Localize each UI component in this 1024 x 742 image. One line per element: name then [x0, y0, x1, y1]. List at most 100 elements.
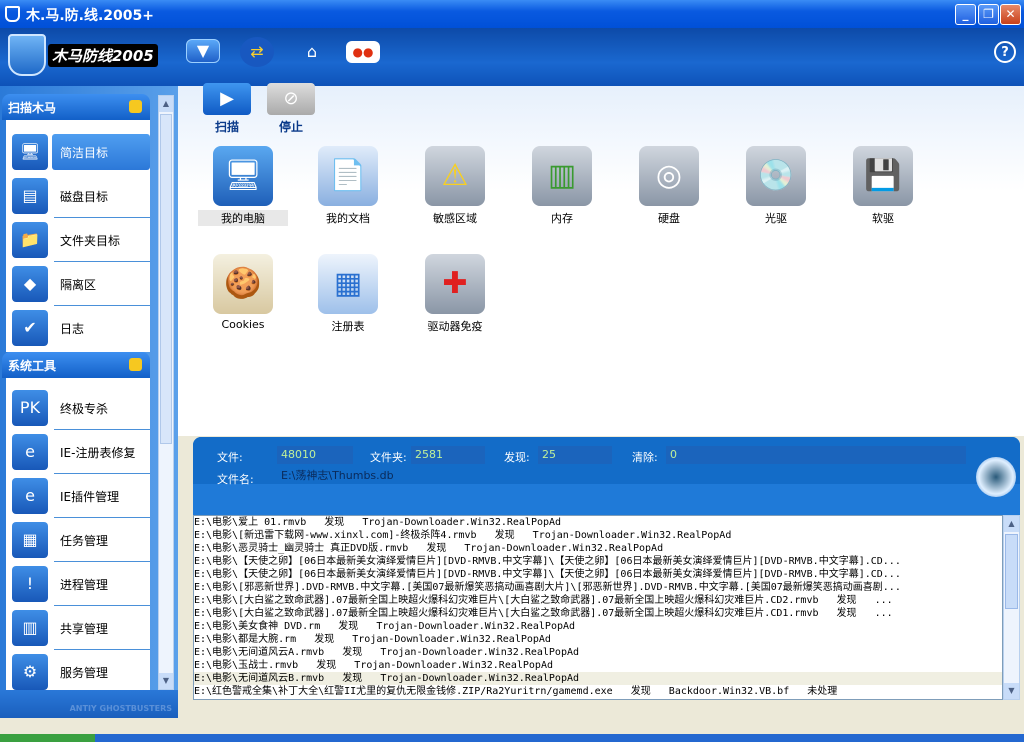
play-icon: ▶ — [220, 88, 234, 109]
collapse-icon[interactable] — [129, 100, 142, 113]
task-icon: ▦ — [12, 522, 48, 558]
my-documents-icon: 📄 — [318, 146, 378, 206]
log-icon: ✔ — [12, 310, 48, 346]
log-row-selected[interactable]: E:\电影\无间道风云B.rmvb 发现 Trojan-Downloader.W… — [194, 672, 1002, 685]
window-title: 木.马.防.线.2005+ — [26, 8, 154, 24]
sidebar-item-disk-target[interactable]: ▤ 磁盘目标 — [6, 174, 150, 218]
home-icon[interactable]: ⌂ — [295, 37, 329, 67]
scrollbar-thumb[interactable] — [1005, 534, 1018, 609]
collapse-icon[interactable] — [129, 358, 142, 371]
log-row[interactable]: E:\电影\[大白鲨之致命武器].07最新全国上映超火爆科幻灾难巨片\[大白鲨之… — [194, 594, 1002, 607]
sidebar-scrollbar[interactable]: ▲ ▼ — [158, 95, 174, 690]
dropdown-icon[interactable]: ▼ — [186, 39, 220, 63]
target-hard-disk[interactable]: ◎ 硬盘 — [624, 146, 714, 226]
app-icon — [5, 6, 20, 22]
log-scrollbar[interactable]: ▲ ▼ — [1003, 515, 1020, 700]
scan-button[interactable]: ▶ — [203, 83, 251, 115]
title-bar: 木.马.防.线.2005+ _ ❐ ✕ — [0, 0, 1024, 28]
scan-section-header[interactable]: 扫描木马 — [2, 94, 150, 120]
registry-icon: ▦ — [318, 254, 378, 314]
dvd-icon: 💿 — [746, 146, 806, 206]
target-registry[interactable]: ▦ 注册表 — [303, 254, 393, 334]
log-row[interactable]: E:\电影\[大白鲨之致命武器].07最新全国上映超火爆科幻灾难巨片\[大白鲨之… — [194, 607, 1002, 620]
stop-button[interactable]: ⊘ — [267, 83, 315, 115]
tools-section-header[interactable]: 系统工具 — [2, 352, 150, 378]
current-filename: E:\荡神志\Thumbs.db — [281, 469, 394, 482]
log-row[interactable]: E:\红色警戒全集\补丁大全\红警II尤里的复仇无限金钱修.ZIP/Ra2Yur… — [194, 685, 1002, 698]
sidebar-item-ie-registry-repair[interactable]: e IE-注册表修复 — [6, 430, 150, 474]
sidebar-item-log[interactable]: ✔ 日志 — [6, 306, 150, 350]
target-cookies[interactable]: 🍪 Cookies — [198, 254, 288, 331]
help-icon[interactable]: ? — [994, 41, 1016, 63]
target-sensitive-area[interactable]: ⚠ 敏感区域 — [410, 146, 500, 226]
scroll-up-button[interactable]: ▲ — [159, 96, 173, 112]
log-row[interactable]: E:\电影\【天使之卵】[06日本最新美女演绎爱情巨片][DVD-RMVB.中文… — [194, 568, 1002, 581]
folders-count: 2581 — [411, 446, 485, 464]
minimize-button[interactable]: _ — [955, 4, 976, 25]
target-my-documents[interactable]: 📄 我的文档 — [303, 146, 393, 226]
filename-label: 文件名: — [217, 473, 254, 486]
files-count: 48010 — [277, 446, 353, 464]
pk-icon: PK — [12, 390, 48, 426]
cleared-count: 0 — [666, 446, 966, 464]
restore-button[interactable]: ❐ — [978, 4, 999, 25]
target-drive-immune[interactable]: ✚ 驱动器免疫 — [410, 254, 500, 334]
close-button[interactable]: ✕ — [1000, 4, 1021, 25]
scrollbar-thumb[interactable] — [160, 114, 172, 444]
service-icon: ⚙ — [12, 654, 48, 690]
sidebar-item-ie-plugin[interactable]: e IE插件管理 — [6, 474, 150, 518]
tools-section: PK 终极专杀 e IE-注册表修复 e IE插件管理 ▦ 任务管理 ! 进程管理 ▥ 共享… — [6, 378, 150, 690]
header-band: 木马防线2005 ▼ ⇄ ⌂ ●● ? — [0, 28, 1024, 86]
scroll-down-button[interactable]: ▼ — [159, 673, 173, 689]
log-row[interactable]: E:\电影\美女食神 DVD.rm 发现 Trojan-Downloader.W… — [194, 620, 1002, 633]
found-count: 25 — [538, 446, 612, 464]
sidebar-item-task-manager[interactable]: ▦ 任务管理 — [6, 518, 150, 562]
folder-search-icon: 📁 — [12, 222, 48, 258]
sidebar-item-process-manager[interactable]: ! 进程管理 — [6, 562, 150, 606]
folders-label: 文件夹: — [370, 451, 407, 464]
process-icon: ! — [12, 566, 48, 602]
my-computer-icon: 🖥 — [213, 146, 273, 206]
log-row[interactable]: E:\电影\恶灵骑士_幽灵骑士 真正DVD版.rmvb 发现 Trojan-Do… — [194, 542, 1002, 555]
computer-icon: 🖥 — [12, 134, 48, 170]
scan-results-log[interactable]: E:\电影\爱上 01.rmvb 发现 Trojan-Downloader.Wi… — [193, 515, 1003, 700]
update-icon[interactable]: ⇄ — [240, 37, 274, 67]
ie-repair-icon: e — [12, 434, 48, 470]
log-row[interactable]: E:\电影\[新迅雷下载网-www.xinxl.com]-终极杀阵4.rmvb … — [194, 529, 1002, 542]
scan-label[interactable]: 扫描 — [203, 118, 251, 135]
scroll-down-button[interactable]: ▼ — [1004, 683, 1019, 699]
scan-section: 🖥 简洁目标 ▤ 磁盘目标 📁 文件夹目标 ◆ 隔离区 ✔ 日志 — [6, 120, 150, 352]
target-memory[interactable]: ▥ 内存 — [517, 146, 607, 226]
sidebar-item-simple-target[interactable]: 🖥 简洁目标 — [6, 130, 150, 174]
register-card-icon[interactable]: ●● — [346, 41, 380, 63]
found-label: 发现: — [504, 451, 530, 464]
log-row[interactable]: E:\电影\都是大腕.rm 发现 Trojan-Downloader.Win32… — [194, 633, 1002, 646]
sidebar-item-share-manager[interactable]: ▥ 共享管理 — [6, 606, 150, 650]
log-row[interactable]: E:\电影\[邪恶新世界].DVD-RMVB.中文字幕.[美国07最新爆笑恶搞动… — [194, 581, 1002, 594]
bottom-strip — [0, 734, 1024, 742]
scanner-icon — [976, 457, 1016, 497]
disk-icon: ▤ — [12, 178, 48, 214]
sidebar-item-ultimate-kill[interactable]: PK 终极专杀 — [6, 386, 150, 430]
sidebar-footer: ANTIY GHOSTBUSTERS — [0, 690, 178, 718]
sidebar-item-service-manager[interactable]: ⚙ 服务管理 — [6, 650, 150, 690]
target-cdrom[interactable]: 💿 光驱 — [731, 146, 821, 226]
target-panel: ▶ 扫描 ⊘ 停止 🖥 我的电脑 📄 我的文档 ⚠ 敏感区域 ▥ 内存 ◎ 硬盘 💿 光驱 … — [178, 83, 1024, 436]
sidebar-item-quarantine[interactable]: ◆ 隔离区 — [6, 262, 150, 306]
warning-icon: ⚠ — [425, 146, 485, 206]
log-row[interactable]: E:\电影\爱上 01.rmvb 发现 Trojan-Downloader.Wi… — [194, 516, 1002, 529]
files-label: 文件: — [217, 451, 243, 464]
target-floppy[interactable]: 💾 软驱 — [838, 146, 928, 226]
log-row[interactable]: E:\电影\【天使之卵】[06日本最新美女演绎爱情巨片][DVD-RMVB.中文… — [194, 555, 1002, 568]
app-logo: 木马防线2005 — [8, 34, 173, 78]
stop-label[interactable]: 停止 — [267, 118, 315, 135]
hard-disk-icon: ◎ — [639, 146, 699, 206]
log-row[interactable]: E:\电影\玉战士.rmvb 发现 Trojan-Downloader.Win3… — [194, 659, 1002, 672]
log-row[interactable]: E:\电影\无间道风云A.rmvb 发现 Trojan-Downloader.W… — [194, 646, 1002, 659]
share-icon: ▥ — [12, 610, 48, 646]
target-my-computer[interactable]: 🖥 我的电脑 — [198, 146, 288, 226]
scroll-up-button[interactable]: ▲ — [1004, 516, 1019, 532]
stop-icon: ⊘ — [283, 88, 299, 109]
sidebar-item-folder-target[interactable]: 📁 文件夹目标 — [6, 218, 150, 262]
floppy-icon: 💾 — [853, 146, 913, 206]
